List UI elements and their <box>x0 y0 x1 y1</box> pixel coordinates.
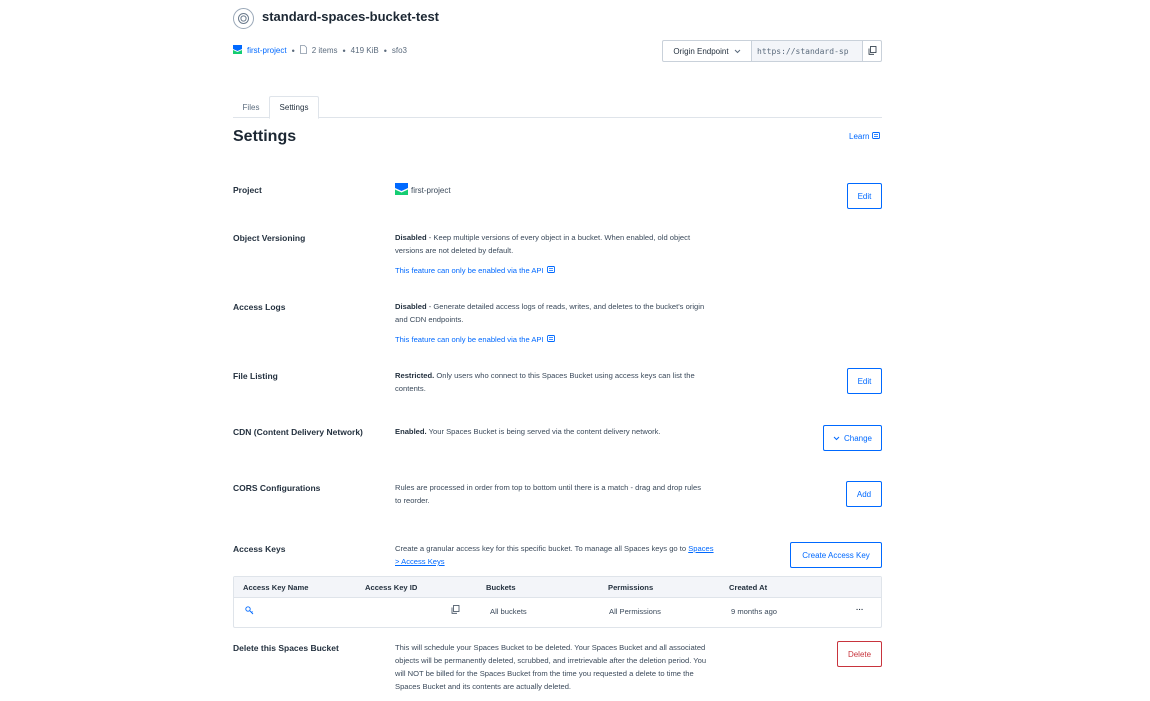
copy-icon <box>868 45 877 57</box>
cdn-text: Your Spaces Bucket is being served via t… <box>426 427 661 436</box>
cors-description: Rules are processed in order from top to… <box>395 483 702 505</box>
separator-dot: • <box>291 45 295 56</box>
tab-files[interactable]: Files <box>233 96 269 118</box>
key-permissions: All Permissions <box>609 607 661 616</box>
tab-settings[interactable]: Settings <box>269 96 319 119</box>
tab-bar: Files Settings <box>233 96 882 119</box>
bucket-icon <box>233 8 254 29</box>
add-cors-button[interactable]: Add <box>846 481 882 507</box>
change-cdn-label: Change <box>843 433 873 443</box>
cdn-status: Enabled. <box>395 427 427 436</box>
file-listing-status: Restricted. <box>395 371 435 380</box>
bucket-title: standard-spaces-bucket-test <box>262 9 439 24</box>
project-label: Project <box>233 185 262 195</box>
separator-dot: • <box>383 45 387 56</box>
versioning-label: Object Versioning <box>233 233 306 243</box>
book-icon <box>546 266 555 275</box>
versioning-status: Disabled <box>395 233 427 242</box>
file-listing-text: Only users who connect to this Spaces Bu… <box>395 371 695 393</box>
versioning-description: Disabled - Keep multiple versions of eve… <box>395 231 715 257</box>
change-cdn-button[interactable]: Change <box>823 425 882 451</box>
copy-endpoint-button[interactable] <box>862 41 881 61</box>
project-value: first-project <box>395 183 451 197</box>
edit-file-listing-button[interactable]: Edit <box>847 368 882 394</box>
learn-label: Learn <box>849 132 870 141</box>
column-header-created[interactable]: Created At <box>729 583 767 592</box>
create-access-key-button[interactable]: Create Access Key <box>790 542 882 568</box>
key-created: 9 months ago <box>731 607 778 616</box>
bucket-meta: first-project • 2 items • 419 KiB • sfo3 <box>233 45 407 56</box>
edit-project-button[interactable]: Edit <box>847 183 882 209</box>
column-header-name[interactable]: Access Key Name <box>243 583 308 592</box>
book-icon <box>872 132 881 141</box>
project-icon <box>233 45 242 56</box>
access-logs-api-note[interactable]: This feature can only be enabled via the… <box>395 335 555 344</box>
bucket-region: sfo3 <box>391 46 407 55</box>
versioning-api-note[interactable]: This feature can only be enabled via the… <box>395 266 555 275</box>
copy-icon[interactable] <box>451 605 460 616</box>
cdn-label: CDN (Content Delivery Network) <box>233 427 363 437</box>
column-header-permissions[interactable]: Permissions <box>608 583 653 592</box>
delete-label: Delete this Spaces Bucket <box>233 643 339 653</box>
delete-description: This will schedule your Spaces Bucket to… <box>395 643 707 691</box>
bucket-size: 419 KiB <box>350 46 379 55</box>
row-more-menu[interactable]: ··· <box>856 605 864 614</box>
cors-label: CORS Configurations <box>233 483 321 493</box>
table-header: Access Key Name Access Key ID Buckets Pe… <box>234 577 881 598</box>
access-logs-label: Access Logs <box>233 302 286 312</box>
file-icon <box>299 45 307 56</box>
access-logs-description: Disabled - Generate detailed access logs… <box>395 300 715 326</box>
cdn-description: Enabled. Your Spaces Bucket is being ser… <box>395 425 665 438</box>
items-count: 2 items <box>311 46 338 55</box>
file-listing-label: File Listing <box>233 371 278 381</box>
separator-dot: • <box>342 45 346 56</box>
column-header-buckets[interactable]: Buckets <box>486 583 516 592</box>
access-keys-table: Access Key Name Access Key ID Buckets Pe… <box>233 576 882 628</box>
chevron-down-icon <box>833 434 840 443</box>
file-listing-description: Restricted. Only users who connect to th… <box>395 369 717 395</box>
learn-link[interactable]: Learn <box>849 132 881 141</box>
chevron-down-icon <box>734 47 741 56</box>
versioning-api-note-text: This feature can only be enabled via the… <box>395 266 544 275</box>
project-name: first-project <box>411 185 451 195</box>
delete-bucket-button[interactable]: Delete <box>837 641 882 667</box>
key-buckets: All buckets <box>490 607 527 616</box>
project-icon <box>395 183 408 197</box>
access-keys-description: Create a granular access key for this sp… <box>395 542 717 568</box>
key-icon <box>245 606 254 617</box>
endpoint-type-label: Origin Endpoint <box>673 46 729 56</box>
page-title: Settings <box>233 128 297 145</box>
column-header-id[interactable]: Access Key ID <box>365 583 417 592</box>
endpoint-url-field[interactable]: https://standard-sp <box>752 41 862 61</box>
endpoint-type-dropdown[interactable]: Origin Endpoint <box>663 41 752 61</box>
versioning-text: - Keep multiple versions of every object… <box>395 233 691 255</box>
access-keys-label: Access Keys <box>233 544 286 554</box>
book-icon <box>546 335 555 344</box>
endpoint-control: Origin Endpoint https://standard-sp <box>662 40 882 62</box>
access-logs-status: Disabled <box>395 302 427 311</box>
project-link[interactable]: first-project <box>247 46 287 55</box>
access-logs-api-note-text: This feature can only be enabled via the… <box>395 335 544 344</box>
access-keys-text: Create a granular access key for this sp… <box>395 544 689 553</box>
access-logs-text: - Generate detailed access logs of reads… <box>395 302 705 324</box>
